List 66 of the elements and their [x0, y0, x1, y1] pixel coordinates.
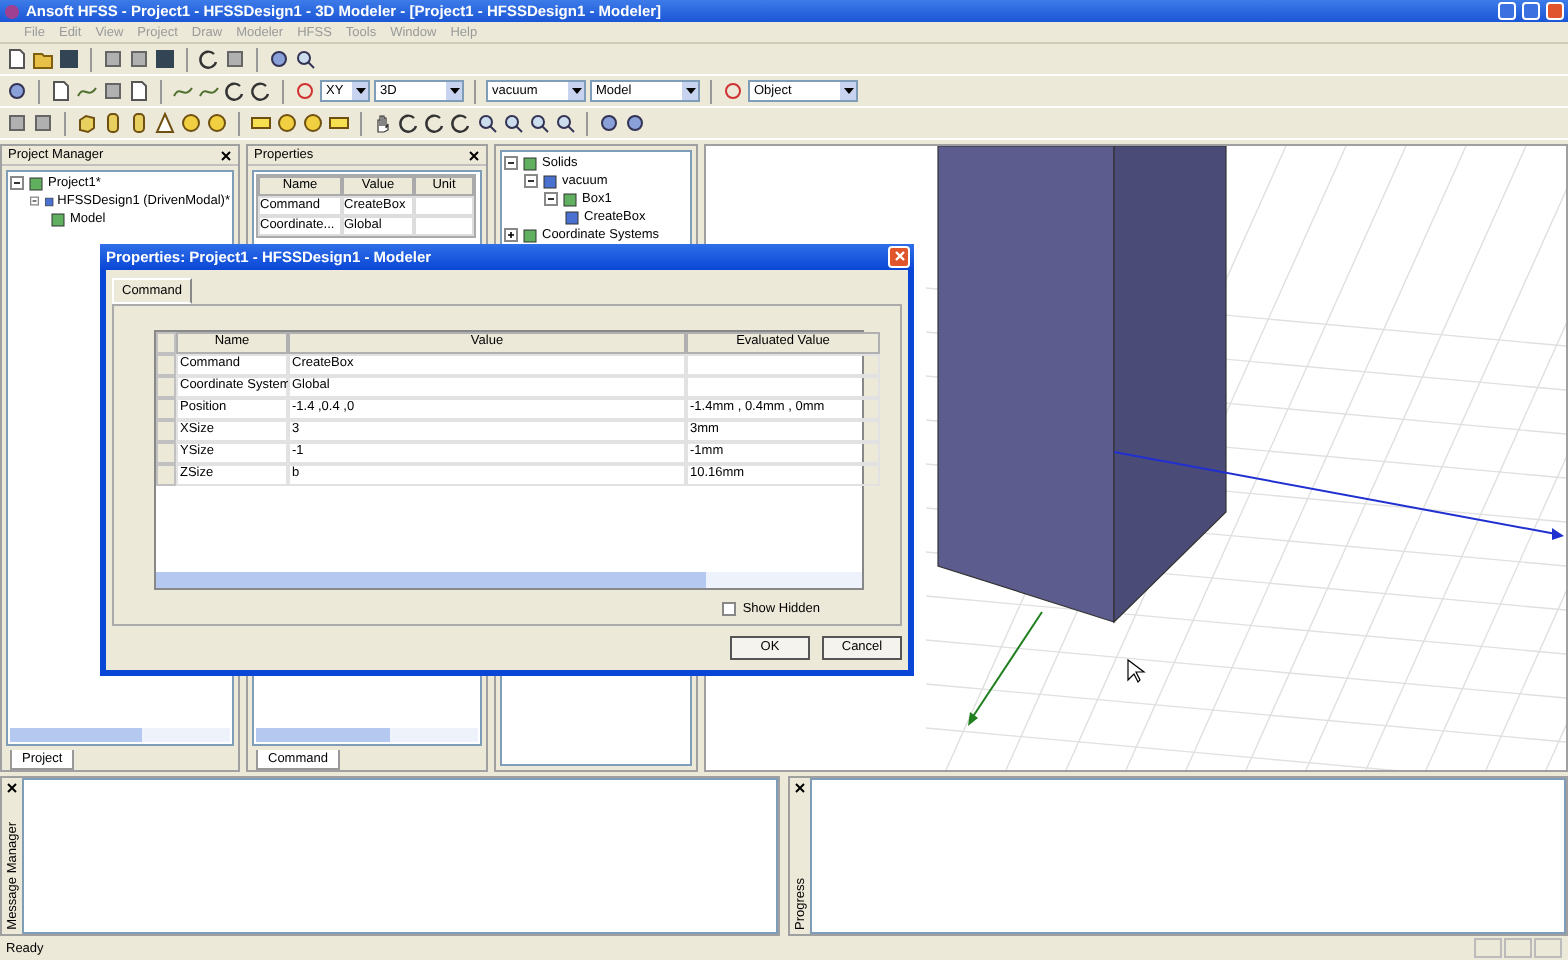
- rotate-icon[interactable]: [250, 80, 272, 102]
- stop-icon[interactable]: [722, 80, 744, 102]
- rotate-icon[interactable]: [198, 48, 220, 70]
- zoom-icon[interactable]: [294, 48, 316, 70]
- new-file-icon[interactable]: [128, 80, 150, 102]
- close-icon[interactable]: [6, 782, 18, 794]
- stop-icon[interactable]: [294, 80, 316, 102]
- restore-button[interactable]: [1522, 2, 1540, 20]
- collapse-toggle[interactable]: [504, 156, 518, 170]
- rectangle-icon[interactable]: [328, 112, 350, 134]
- caret-icon: [685, 88, 695, 94]
- scroll-bar[interactable]: [156, 571, 862, 588]
- sphere-icon[interactable]: [276, 112, 298, 134]
- close-button[interactable]: [1546, 2, 1564, 20]
- caret-icon: [843, 88, 853, 94]
- collapse-toggle[interactable]: [524, 174, 538, 188]
- new-file-icon[interactable]: [6, 48, 28, 70]
- new-file-icon[interactable]: [50, 80, 72, 102]
- cursor-icon: [1127, 658, 1146, 683]
- sphere-icon[interactable]: [180, 112, 202, 134]
- checkbox[interactable]: [722, 601, 737, 616]
- rotate-icon[interactable]: [224, 80, 246, 102]
- zoom-icon[interactable]: [476, 112, 498, 134]
- rotate-icon[interactable]: [450, 112, 472, 134]
- sphere-icon[interactable]: [206, 112, 228, 134]
- table-cell: [414, 216, 474, 236]
- collapse-toggle[interactable]: [10, 176, 24, 190]
- collapse-toggle[interactable]: [544, 192, 558, 206]
- caret-icon: [571, 88, 581, 94]
- caret-icon: [355, 88, 365, 94]
- cylinder-icon[interactable]: [102, 112, 124, 134]
- scroll-bar[interactable]: [10, 728, 230, 742]
- status-pane: [1534, 938, 1562, 958]
- expand-toggle[interactable]: [504, 228, 518, 242]
- close-button[interactable]: [888, 245, 910, 268]
- close-icon: [893, 250, 905, 263]
- status-pane: [1474, 938, 1502, 958]
- node-icon: [542, 173, 558, 189]
- node-icon: [522, 227, 538, 243]
- header-corner: [156, 331, 176, 354]
- box-drawing[interactable]: [937, 146, 1227, 624]
- table-cell: [414, 196, 474, 216]
- zoom-icon[interactable]: [502, 112, 524, 134]
- status-pane: [1504, 938, 1532, 958]
- close-icon[interactable]: [794, 782, 806, 794]
- table-cell[interactable]: [686, 375, 880, 398]
- hand-icon[interactable]: [372, 112, 394, 134]
- rotate-icon[interactable]: [398, 112, 420, 134]
- y-axis-arrow: [968, 611, 1043, 726]
- folder-icon[interactable]: [32, 48, 54, 70]
- rotate-icon[interactable]: [424, 112, 446, 134]
- collapse-toggle[interactable]: [30, 194, 39, 208]
- cylinder-icon[interactable]: [128, 112, 150, 134]
- cone-icon[interactable]: [154, 112, 176, 134]
- close-icon[interactable]: [468, 149, 480, 161]
- sphere-icon[interactable]: [302, 112, 324, 134]
- node-icon: [522, 155, 538, 171]
- app-logo-icon: [4, 3, 20, 19]
- table-cell[interactable]: [686, 353, 880, 376]
- caret-icon: [449, 88, 459, 94]
- zoom-icon[interactable]: [528, 112, 550, 134]
- close-icon[interactable]: [220, 149, 232, 161]
- zoom-icon[interactable]: [554, 112, 576, 134]
- minimize-button[interactable]: [1498, 2, 1516, 20]
- rectangle-icon[interactable]: [250, 112, 272, 134]
- scroll-bar[interactable]: [256, 728, 478, 742]
